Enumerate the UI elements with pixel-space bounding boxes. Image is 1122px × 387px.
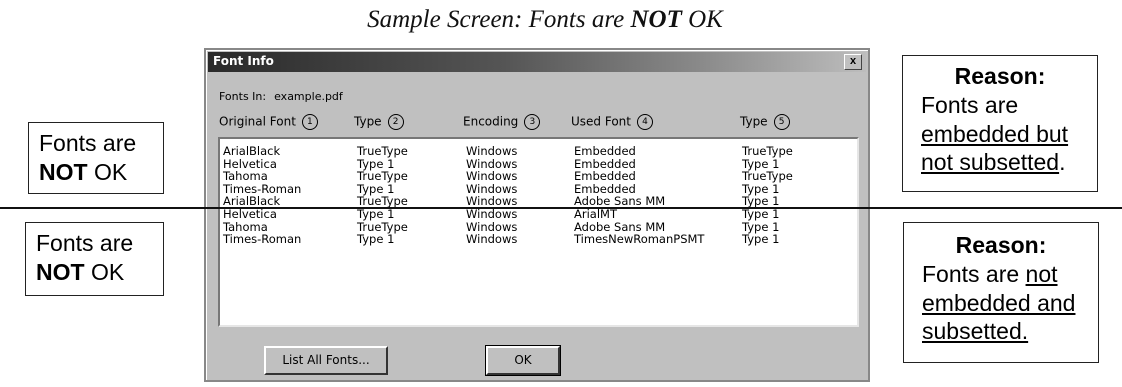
- cell-used-type: Type 1: [742, 219, 780, 234]
- reason-top-box: Reason: Fonts are embedded but not subse…: [902, 55, 1098, 192]
- table-row[interactable]: ArialBlack TrueType Windows Embedded TrueTyp…: [220, 145, 850, 157]
- sample-screen-title: Sample Screen: Fonts are NOT OK: [0, 6, 1090, 34]
- reason-line2: embedded but: [921, 120, 1069, 147]
- cell-used-font: Embedded: [574, 169, 636, 184]
- cell-encoding: Windows: [466, 219, 518, 234]
- cell-original-font: ArialBlack: [223, 144, 281, 158]
- reason-line1: Fonts are not: [922, 260, 1058, 287]
- cell-type: TrueType: [357, 194, 408, 209]
- cell-type: Type 1: [357, 232, 395, 247]
- column-header-type: Type 2: [354, 114, 404, 130]
- cell-used-font: TimesNewRomanPSMT: [574, 232, 705, 247]
- reason-line2: embedded and: [922, 289, 1076, 316]
- reason-heading: Reason:: [954, 63, 1046, 89]
- table-row[interactable]: ArialBlack TrueType Windows Adobe Sans MM Ty…: [220, 195, 850, 207]
- cell-encoding: Windows: [466, 232, 518, 247]
- cell-original-font: Times-Roman: [223, 181, 302, 196]
- callout-number-icon: 4: [636, 114, 653, 130]
- cell-used-font: Embedded: [574, 156, 636, 171]
- callout-line2: NOT OK: [39, 158, 128, 185]
- reason-bottom-box: Reason: Fonts are not embedded and subse…: [903, 222, 1099, 363]
- cell-type: TrueType: [357, 144, 408, 158]
- cell-used-font: ArialMT: [574, 207, 617, 221]
- cell-used-font: Embedded: [574, 181, 636, 196]
- ok-button[interactable]: OK: [485, 345, 561, 376]
- fonts-in-caption: Fonts In:: [219, 90, 267, 103]
- cell-original-font: Tahoma: [223, 219, 268, 234]
- table-row[interactable]: Helvetica Type 1 Windows ArialMT Type 1: [220, 208, 850, 220]
- close-icon: x: [849, 55, 857, 67]
- column-header-type-2: Type 5: [740, 114, 790, 130]
- callout-line2: NOT OK: [36, 258, 125, 285]
- cell-used-type: Type 1: [742, 194, 780, 209]
- cell-used-type: Type 1: [742, 156, 780, 171]
- cell-encoding: Windows: [466, 194, 518, 209]
- dialog-title: Font Info: [213, 54, 274, 68]
- dialog-titlebar[interactable]: Font Info x: [208, 52, 866, 72]
- cell-used-type: Type 1: [742, 181, 780, 196]
- table-row[interactable]: Tahoma TrueType Windows Adobe Sans MM Type 1: [220, 221, 850, 233]
- callout-number-icon: 5: [773, 114, 790, 130]
- divider-line: [0, 207, 1122, 209]
- reason-line3: subsetted.: [922, 318, 1029, 345]
- cell-type: Type 1: [357, 181, 395, 196]
- table-row[interactable]: Times-Roman Type 1 Windows TimesNewRomanPSM…: [220, 233, 850, 245]
- fonts-in-file: example.pdf: [274, 90, 343, 103]
- title-emphasis: NOT: [630, 6, 682, 33]
- reason-line1: Fonts are: [921, 91, 1019, 118]
- reason-heading: Reason:: [955, 232, 1047, 258]
- cell-type: Type 1: [357, 207, 395, 221]
- cell-encoding: Windows: [466, 144, 518, 158]
- callout-bottom-left: Fonts are NOT OK: [25, 222, 164, 296]
- cell-used-font: Adobe Sans MM: [574, 219, 666, 234]
- font-list[interactable]: ArialBlack TrueType Windows Embedded TrueTyp…: [218, 137, 859, 327]
- cell-encoding: Windows: [466, 169, 518, 184]
- callout-line1: Fonts are: [39, 130, 137, 156]
- callout-top-left: Fonts are NOT OK: [28, 122, 164, 194]
- column-header-used-font: Used Font 4: [571, 114, 653, 130]
- cell-original-font: Helvetica: [223, 207, 277, 221]
- cell-used-type: Type 1: [742, 232, 780, 247]
- cell-used-font: Adobe Sans MM: [574, 194, 666, 209]
- fonts-in-label: Fonts In: example.pdf: [219, 90, 343, 103]
- cell-encoding: Windows: [466, 156, 518, 171]
- cell-used-font: Embedded: [574, 144, 636, 158]
- table-row[interactable]: Helvetica Type 1 Windows Embedded Type 1: [220, 158, 850, 170]
- cell-type: TrueType: [357, 219, 408, 234]
- list-all-fonts-button[interactable]: List All Fonts...: [264, 346, 388, 375]
- callout-number-icon: 3: [524, 114, 541, 130]
- reason-line3: not subsetted.: [921, 149, 1066, 176]
- cell-encoding: Windows: [466, 181, 518, 196]
- title-suffix: OK: [681, 6, 723, 33]
- title-prefix: Sample Screen: Fonts are: [367, 6, 631, 33]
- cell-original-font: Times-Roman: [223, 232, 302, 247]
- callout-line1: Fonts are: [36, 230, 134, 256]
- column-header-original-font: Original Font 1: [219, 114, 318, 130]
- cell-encoding: Windows: [466, 207, 518, 221]
- cell-original-font: ArialBlack: [223, 194, 281, 209]
- cell-used-type: TrueType: [742, 144, 793, 158]
- font-info-dialog: Font Info x Fonts In: example.pdf Origina…: [204, 48, 870, 382]
- cell-type: TrueType: [357, 169, 408, 184]
- cell-used-type: TrueType: [742, 169, 793, 184]
- cell-original-font: Helvetica: [223, 156, 277, 171]
- callout-number-icon: 1: [301, 114, 318, 130]
- close-button[interactable]: x: [844, 54, 862, 70]
- cell-type: Type 1: [357, 156, 395, 171]
- table-row[interactable]: Tahoma TrueType Windows Embedded TrueType: [220, 170, 850, 182]
- cell-original-font: Tahoma: [223, 169, 268, 184]
- table-row[interactable]: Times-Roman Type 1 Windows Embedded Type 1: [220, 183, 850, 195]
- column-header-encoding: Encoding 3: [463, 114, 541, 130]
- cell-used-type: Type 1: [742, 207, 780, 221]
- callout-number-icon: 2: [387, 114, 404, 130]
